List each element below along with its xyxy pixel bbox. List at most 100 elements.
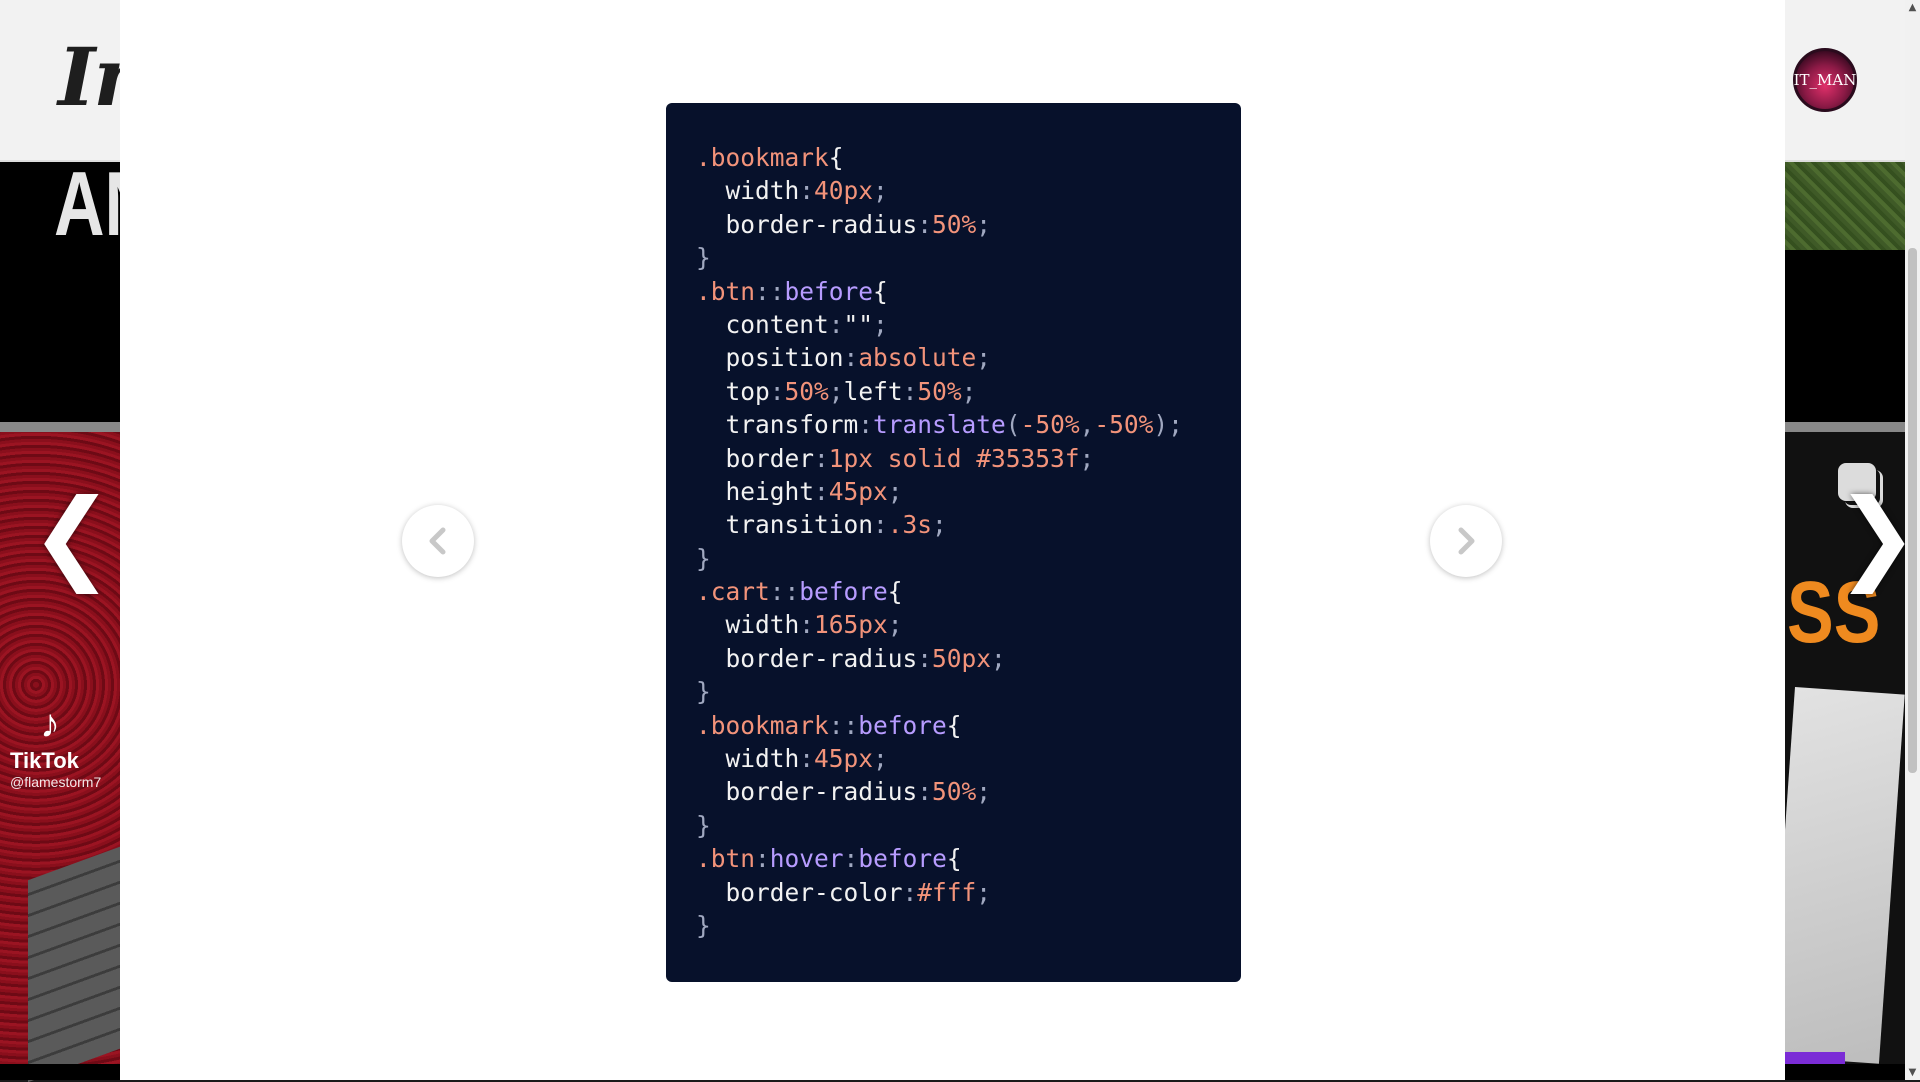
code-token-punct: }	[696, 910, 711, 940]
code-token-property: border	[696, 443, 815, 473]
code-token-punct: ::	[828, 710, 859, 740]
lightbox-prev-button[interactable]	[402, 505, 474, 577]
paper-graphic	[1769, 687, 1905, 1064]
music-note-icon: ♪	[40, 702, 60, 746]
code-token-punct: ,	[1079, 410, 1095, 440]
page-scrollbar[interactable]: ▲ ▼	[1905, 0, 1920, 1080]
code-token-property: left	[843, 376, 903, 406]
code-token-selector: .bookmark	[696, 143, 829, 172]
code-token-punct: :	[902, 376, 918, 406]
code-token-value: .3s	[887, 510, 933, 540]
code-line: width:40px;	[696, 174, 1241, 207]
code-line: }	[696, 241, 1241, 274]
code-token-punct: :	[799, 610, 815, 640]
code-token-property: border-radius	[696, 209, 918, 239]
code-token-selector: .bookmark	[696, 710, 829, 740]
code-line: transition:.3s;	[696, 508, 1241, 541]
code-token-property: position	[696, 343, 844, 373]
code-token-punct: :	[799, 744, 815, 774]
code-token-brace: {	[946, 844, 962, 874]
code-token-value: -50%	[1094, 410, 1154, 440]
code-line: position:absolute;	[696, 341, 1241, 374]
code-token-property: border-color	[696, 877, 903, 907]
scroll-up-arrow-icon[interactable]: ▲	[1905, 0, 1920, 15]
code-token-punct: ;	[976, 777, 992, 807]
code-line: border:1px solid #35353f;	[696, 442, 1241, 475]
code-line: .btn::before{	[696, 275, 1241, 308]
background-prev-arrow-icon[interactable]: ❮	[30, 486, 114, 586]
scroll-down-arrow-icon[interactable]: ▼	[1905, 1065, 1920, 1080]
code-token-punct: ;	[961, 376, 977, 406]
code-line: .btn:hover:before{	[696, 842, 1241, 875]
stone-wall-graphic	[28, 843, 128, 1082]
code-line: .bookmark{	[696, 141, 1241, 174]
code-line: }	[696, 542, 1241, 575]
code-token-punct: }	[696, 810, 711, 840]
code-line: }	[696, 675, 1241, 708]
code-token-value: -50%	[1020, 410, 1080, 440]
code-token-value: 45px	[814, 744, 874, 774]
code-token-value: absolute	[858, 343, 977, 373]
code-token-value: 1px solid #35353f	[828, 443, 1080, 473]
code-token-punct: ;	[976, 877, 992, 907]
code-line: content:"";	[696, 308, 1241, 341]
code-token-property: border-radius	[696, 643, 918, 673]
code-token-property: width	[696, 610, 800, 640]
tiktok-handle: @flamestorm7	[10, 774, 102, 790]
code-token-value: 50%	[932, 777, 977, 807]
chevron-left-icon	[429, 527, 446, 555]
code-token-punct: ::	[769, 577, 800, 607]
code-token-punct: :	[814, 443, 829, 473]
code-token-property: border-radius	[696, 777, 918, 807]
code-token-punct: (	[1005, 410, 1021, 440]
code-token-punct: ;	[887, 610, 903, 640]
code-token-value: 165px	[814, 610, 888, 640]
purple-strip	[1785, 1052, 1845, 1064]
scrollbar-thumb[interactable]	[1908, 248, 1917, 773]
code-token-punct: );	[1153, 410, 1183, 440]
tiktok-watermark: ♪ TikTok @flamestorm7	[10, 700, 101, 790]
code-token-pseudo: before	[858, 844, 947, 874]
code-token-brace: {	[887, 577, 903, 607]
code-token-pseudo: before	[799, 577, 888, 607]
code-token-punct: ;	[991, 643, 1006, 673]
lightbox-next-button[interactable]	[1430, 505, 1502, 577]
code-token-value: 50%	[784, 376, 829, 406]
code-token-punct: ;	[873, 744, 888, 774]
code-token-punct: :	[769, 376, 785, 406]
code-line: top:50%;left:50%;	[696, 375, 1241, 408]
image-lightbox: .bookmark{ width:40px; border-radius:50%…	[120, 0, 1785, 1080]
code-token-punct: }	[696, 243, 711, 273]
background-thumbnail-top-right	[1785, 162, 1905, 422]
code-token-punct: ;	[932, 510, 947, 540]
code-token-pseudo: hover	[769, 844, 844, 874]
code-token-punct: ;	[976, 209, 992, 239]
code-token-value: 50%	[932, 209, 977, 239]
code-token-value: 50%	[917, 376, 962, 406]
code-token-property: ""	[843, 309, 874, 339]
code-token-punct: :	[843, 343, 859, 373]
code-line: border-radius:50%;	[696, 775, 1241, 808]
code-token-punct: ;	[873, 309, 888, 339]
code-token-property: transition	[696, 510, 874, 540]
code-token-punct: :	[799, 176, 815, 206]
user-avatar[interactable]: IT_MAN	[1793, 48, 1857, 112]
code-token-brace: {	[873, 276, 888, 306]
code-snippet-image: .bookmark{ width:40px; border-radius:50%…	[666, 103, 1241, 982]
code-line: transform:translate(-50%,-50%);	[696, 408, 1241, 441]
code-token-func: translate	[873, 410, 1006, 440]
code-token-property: width	[696, 744, 800, 774]
chevron-right-icon	[1458, 527, 1475, 555]
code-token-punct: :	[828, 309, 844, 339]
code-line: .cart::before{	[696, 575, 1241, 608]
code-token-pseudo: before	[784, 276, 874, 306]
code-token-punct: ;	[1079, 443, 1095, 473]
code-line: width:165px;	[696, 608, 1241, 641]
code-token-pseudo: before	[858, 710, 947, 740]
code-token-property: top	[696, 376, 770, 406]
code-token-punct: :	[917, 209, 933, 239]
code-token-property: transform	[696, 410, 859, 440]
grass-texture	[1785, 162, 1905, 250]
code-token-punct: ;	[873, 176, 888, 206]
tiktok-name: TikTok	[10, 748, 79, 773]
